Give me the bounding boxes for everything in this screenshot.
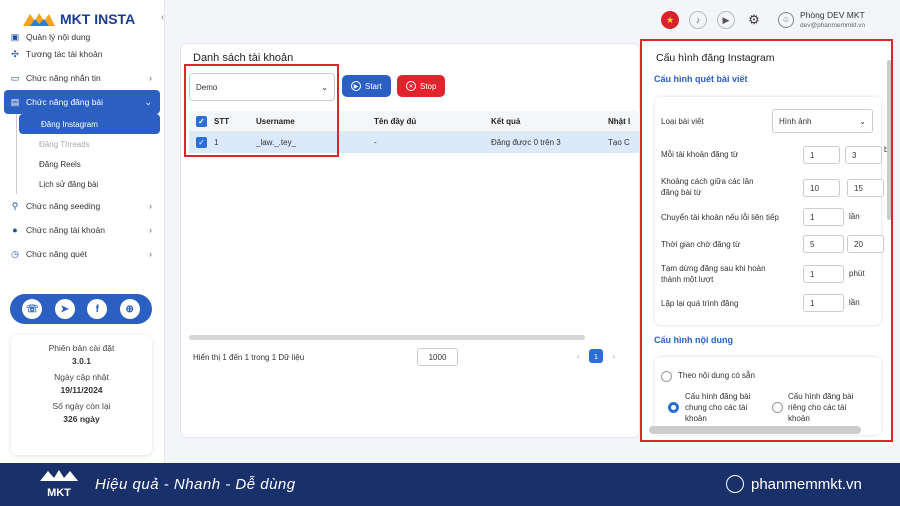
content-icon: ▣ xyxy=(10,32,20,42)
support-icon[interactable]: ☏ xyxy=(22,299,43,319)
message-icon: ▭ xyxy=(10,73,20,83)
highlight-box xyxy=(184,64,339,157)
website-link[interactable]: phanmemmkt.vn xyxy=(726,475,862,493)
play-icon: ▶ xyxy=(351,81,361,91)
post-icon: ▤ xyxy=(10,97,20,107)
sidebar-menu: ▣ Quản lý nội dung ✣ Tương tác tài khoản ▭… xyxy=(4,30,160,266)
logo-text: MKT xyxy=(47,487,71,499)
sidebar-item-accounts[interactable]: ● Chức năng tài khoản › xyxy=(4,218,160,242)
logo-mark-icon xyxy=(23,13,55,26)
sidebar-item-interaction[interactable]: ✣ Tương tác tài khoản xyxy=(4,42,160,66)
user-email: dev@phanmemmkt.vn xyxy=(800,22,866,29)
footer-banner: MKT Hiệu quả - Nhanh - Dễ dùng phanmemmk… xyxy=(0,463,900,506)
prev-page-button[interactable]: ‹ xyxy=(571,349,585,363)
seeding-icon: ⚲ xyxy=(11,201,19,211)
chevron-right-icon: › xyxy=(149,201,152,211)
update-value: 19/11/2024 xyxy=(60,385,103,395)
chevron-right-icon: › xyxy=(149,73,152,83)
mkt-logo-icon: MKT xyxy=(40,470,78,499)
version-value: 3.0.1 xyxy=(72,356,91,366)
table-scrollbar[interactable] xyxy=(189,335,585,340)
user-name: Phòng DEV MKT xyxy=(800,10,865,20)
sidebar: MKT INSTA ‹ ▣ Quản lý nội dung ✣ Tương tác… xyxy=(0,0,165,463)
version-label: Phiên bản cài đặt xyxy=(48,343,115,353)
telegram-icon[interactable]: ➤ xyxy=(54,299,75,319)
gear-icon[interactable]: ⚙ xyxy=(745,11,763,29)
app-name: MKT INSTA xyxy=(60,11,136,27)
sidebar-item-messaging[interactable]: ▭ Chức năng nhắn tin › xyxy=(4,66,160,90)
interaction-icon: ✣ xyxy=(11,49,19,59)
sidebar-item-seeding[interactable]: ⚲ Chức năng seeding › xyxy=(4,194,160,218)
highlight-box xyxy=(640,39,893,442)
sidebar-item-content[interactable]: ▣ Quản lý nội dung xyxy=(4,30,160,42)
language-flag-icon[interactable]: ★ xyxy=(661,11,679,29)
sidebar-sub-reels[interactable]: Đăng Reels xyxy=(17,154,160,174)
app-info-card: Phiên bản cài đặt 3.0.1 Ngày cập nhật 19/1… xyxy=(11,335,152,455)
sidebar-sub-instagram[interactable]: Đăng Instagram xyxy=(19,114,160,134)
sidebar-sub-threads[interactable]: Đăng Threads xyxy=(17,134,160,154)
facebook-icon[interactable]: f xyxy=(87,299,108,319)
app-logo: MKT INSTA xyxy=(22,10,135,28)
table-summary: Hiển thị 1 đến 1 trong 1 Dữ liệu xyxy=(193,353,305,362)
play-icon[interactable]: ▶ xyxy=(717,11,735,29)
social-links: ☏ ➤ f ⊕ xyxy=(10,294,152,324)
update-label: Ngày cập nhật xyxy=(54,372,109,382)
page-size-select[interactable]: 1000 xyxy=(417,348,458,366)
bell-icon[interactable]: ♪ xyxy=(689,11,707,29)
sidebar-item-posting[interactable]: ▤ Chức năng đăng bài ⌄ xyxy=(4,90,160,114)
sidebar-sub-history[interactable]: Lịch sử đăng bài xyxy=(17,174,160,194)
chevron-right-icon: › xyxy=(149,249,152,259)
next-page-button[interactable]: › xyxy=(607,349,621,363)
page-button[interactable]: 1 xyxy=(589,349,603,363)
posting-submenu: Đăng Instagram Đăng Threads Đăng Reels L… xyxy=(16,114,160,194)
sidebar-item-scan[interactable]: ◷ Chức năng quét › xyxy=(4,242,160,266)
globe-icon xyxy=(726,475,744,493)
user-profile[interactable]: ☺ Phòng DEV MKT dev@phanmemmkt.vn xyxy=(778,10,865,29)
start-button[interactable]: ▶ Start xyxy=(342,75,391,97)
chevron-down-icon: ⌄ xyxy=(144,96,152,107)
pagination: ‹ 1 › xyxy=(571,349,621,363)
days-value: 326 ngày xyxy=(63,414,100,424)
close-icon: ✕ xyxy=(406,81,416,91)
website-icon[interactable]: ⊕ xyxy=(119,299,140,319)
scan-icon: ◷ xyxy=(11,249,19,259)
avatar: ☺ xyxy=(778,11,794,28)
accounts-title: Danh sách tài khoản xyxy=(193,52,294,64)
tagline: Hiệu quả - Nhanh - Dễ dùng xyxy=(95,476,296,493)
collapse-sidebar-icon[interactable]: ‹ xyxy=(161,12,164,23)
top-icons: ★ ♪ ▶ ⚙ xyxy=(661,11,763,29)
stop-button[interactable]: ✕ Stop xyxy=(397,75,446,97)
user-icon: ● xyxy=(12,225,18,235)
days-label: Số ngày còn lại xyxy=(52,401,111,411)
chevron-right-icon: › xyxy=(149,225,152,235)
